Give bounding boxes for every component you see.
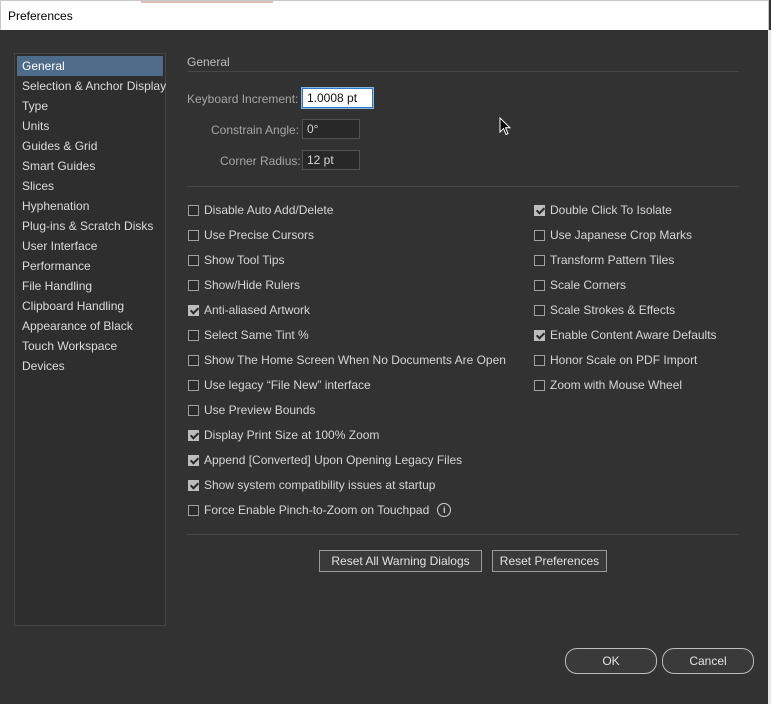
select-same-tint-checkbox[interactable] [188, 329, 199, 341]
cancel-button[interactable]: Cancel [662, 648, 754, 674]
option-select-same-tint[interactable]: Select Same Tint % [188, 327, 309, 343]
option-zoom-with-mouse-wheel[interactable]: Zoom with Mouse Wheel [534, 377, 682, 393]
sidebar-item-appearance-of-black[interactable]: Appearance of Black [17, 316, 163, 336]
option-transform-pattern-tiles[interactable]: Transform Pattern Tiles [534, 252, 674, 268]
enable-content-aware-defaults-label: Enable Content Aware Defaults [550, 328, 717, 342]
corner-radius-input[interactable] [302, 150, 360, 170]
sidebar-item-file-handling[interactable]: File Handling [17, 276, 163, 296]
reset-all-warning-dialogs-button[interactable]: Reset All Warning Dialogs [319, 550, 482, 572]
sidebar-item-type[interactable]: Type [17, 96, 163, 116]
ok-button[interactable]: OK [565, 648, 657, 674]
section-title: General [187, 55, 230, 69]
option-show-the-home-screen-when-no-documents-are-open[interactable]: Show The Home Screen When No Documents A… [188, 352, 506, 368]
sidebar-item-units[interactable]: Units [17, 116, 163, 136]
use-precise-cursors-label: Use Precise Cursors [204, 228, 315, 242]
option-show-hide-rulers[interactable]: Show/Hide Rulers [188, 277, 300, 293]
divider [187, 186, 739, 187]
append-converted-upon-opening-legacy-files-label: Append [Converted] Upon Opening Legacy F… [204, 453, 463, 467]
show-the-home-screen-when-no-documents-are-open-label: Show The Home Screen When No Documents A… [204, 353, 506, 367]
option-force-enable-pinch-to-zoom-on-touchpad[interactable]: Force Enable Pinch-to-Zoom on Touchpad i [188, 502, 452, 518]
option-scale-corners[interactable]: Scale Corners [534, 277, 626, 293]
scale-corners-label: Scale Corners [550, 278, 627, 292]
anti-aliased-artwork-label: Anti-aliased Artwork [204, 303, 311, 317]
force-enable-pinch-to-zoom-on-touchpad-checkbox[interactable] [188, 504, 199, 516]
show-system-compatibility-issues-at-startup-label: Show system compatibility issues at star… [204, 478, 436, 492]
use-preview-bounds-label: Use Preview Bounds [204, 403, 316, 417]
option-enable-content-aware-defaults[interactable]: Enable Content Aware Defaults [534, 327, 717, 343]
sidebar-item-performance[interactable]: Performance [17, 256, 163, 276]
mouse-pointer-icon [499, 117, 511, 136]
sidebar-item-hyphenation[interactable]: Hyphenation [17, 196, 163, 216]
keyboard-increment-label: Keyboard Increment: [187, 92, 299, 106]
select-same-tint-label: Select Same Tint % [204, 328, 309, 342]
use-legacy-file-new-interface-label: Use legacy “File New” interface [204, 378, 371, 392]
double-click-to-isolate-checkbox[interactable] [534, 204, 545, 216]
info-icon[interactable]: i [437, 503, 452, 517]
reset-preferences-button[interactable]: Reset Preferences [492, 550, 607, 572]
sidebar-item-general[interactable]: General [17, 56, 163, 76]
double-click-to-isolate-label: Double Click To Isolate [550, 203, 672, 217]
sidebar-item-guides-grid[interactable]: Guides & Grid [17, 136, 163, 156]
display-print-size-at-100-zoom-label: Display Print Size at 100% Zoom [204, 428, 380, 442]
enable-content-aware-defaults-checkbox[interactable] [534, 329, 545, 341]
window-title: Preferences [8, 9, 73, 23]
divider [187, 534, 739, 535]
transform-pattern-tiles-checkbox[interactable] [534, 254, 545, 266]
option-double-click-to-isolate[interactable]: Double Click To Isolate [534, 202, 672, 218]
sidebar-item-devices[interactable]: Devices [17, 356, 163, 376]
keyboard-increment-input[interactable] [302, 88, 373, 108]
disable-auto-add-delete-label: Disable Auto Add/Delete [204, 203, 334, 217]
use-preview-bounds-checkbox[interactable] [188, 404, 199, 416]
show-tool-tips-checkbox[interactable] [188, 254, 199, 266]
sidebar-item-plug-ins-scratch-disks[interactable]: Plug-ins & Scratch Disks [17, 216, 163, 236]
show-hide-rulers-checkbox[interactable] [188, 279, 199, 291]
option-use-legacy-file-new-interface[interactable]: Use legacy “File New” interface [188, 377, 371, 393]
sidebar-item-selection-anchor-display[interactable]: Selection & Anchor Display [17, 76, 166, 96]
scale-strokes-effects-label: Scale Strokes & Effects [550, 303, 676, 317]
option-show-tool-tips[interactable]: Show Tool Tips [188, 252, 285, 268]
option-use-precise-cursors[interactable]: Use Precise Cursors [188, 227, 314, 243]
divider [187, 71, 739, 72]
append-converted-upon-opening-legacy-files-checkbox[interactable] [188, 454, 199, 466]
option-show-system-compatibility-issues-at-startup[interactable]: Show system compatibility issues at star… [188, 477, 435, 493]
option-append-converted-upon-opening-legacy-files[interactable]: Append [Converted] Upon Opening Legacy F… [188, 452, 462, 468]
use-japanese-crop-marks-checkbox[interactable] [534, 229, 545, 241]
option-anti-aliased-artwork[interactable]: Anti-aliased Artwork [188, 302, 310, 318]
scale-strokes-effects-checkbox[interactable] [534, 304, 545, 316]
title-bar: Preferences [0, 0, 769, 30]
sidebar-item-user-interface[interactable]: User Interface [17, 236, 163, 256]
use-japanese-crop-marks-label: Use Japanese Crop Marks [550, 228, 693, 242]
disable-auto-add-delete-checkbox[interactable] [188, 204, 199, 216]
transform-pattern-tiles-label: Transform Pattern Tiles [550, 253, 675, 267]
option-disable-auto-add-delete[interactable]: Disable Auto Add/Delete [188, 202, 333, 218]
constrain-angle-input[interactable] [302, 119, 360, 139]
display-print-size-at-100-zoom-checkbox[interactable] [188, 429, 199, 441]
use-legacy-file-new-interface-checkbox[interactable] [188, 379, 199, 391]
sidebar-item-smart-guides[interactable]: Smart Guides [17, 156, 163, 176]
option-use-japanese-crop-marks[interactable]: Use Japanese Crop Marks [534, 227, 692, 243]
option-use-preview-bounds[interactable]: Use Preview Bounds [188, 402, 315, 418]
zoom-with-mouse-wheel-checkbox[interactable] [534, 379, 545, 391]
sidebar-item-slices[interactable]: Slices [17, 176, 163, 196]
sidebar-item-touch-workspace[interactable]: Touch Workspace [17, 336, 163, 356]
title-accent [141, 1, 273, 3]
corner-radius-label: Corner Radius: [220, 154, 301, 168]
zoom-with-mouse-wheel-label: Zoom with Mouse Wheel [550, 378, 683, 392]
anti-aliased-artwork-checkbox[interactable] [188, 304, 199, 316]
show-hide-rulers-label: Show/Hide Rulers [204, 278, 301, 292]
option-scale-strokes-effects[interactable]: Scale Strokes & Effects [534, 302, 675, 318]
force-enable-pinch-to-zoom-on-touchpad-label: Force Enable Pinch-to-Zoom on Touchpad [204, 503, 430, 517]
show-the-home-screen-when-no-documents-are-open-checkbox[interactable] [188, 354, 199, 366]
constrain-angle-label: Constrain Angle: [211, 123, 300, 137]
honor-scale-on-pdf-import-checkbox[interactable] [534, 354, 545, 366]
option-honor-scale-on-pdf-import[interactable]: Honor Scale on PDF Import [534, 352, 697, 368]
sidebar-item-clipboard-handling[interactable]: Clipboard Handling [17, 296, 163, 316]
honor-scale-on-pdf-import-label: Honor Scale on PDF Import [550, 353, 698, 367]
show-system-compatibility-issues-at-startup-checkbox[interactable] [188, 479, 199, 491]
preferences-category-list[interactable]: General Selection & Anchor Display Type Uni… [14, 53, 166, 626]
show-tool-tips-label: Show Tool Tips [204, 253, 285, 267]
use-precise-cursors-checkbox[interactable] [188, 229, 199, 241]
scale-corners-checkbox[interactable] [534, 279, 545, 291]
option-display-print-size-at-100-zoom[interactable]: Display Print Size at 100% Zoom [188, 427, 379, 443]
